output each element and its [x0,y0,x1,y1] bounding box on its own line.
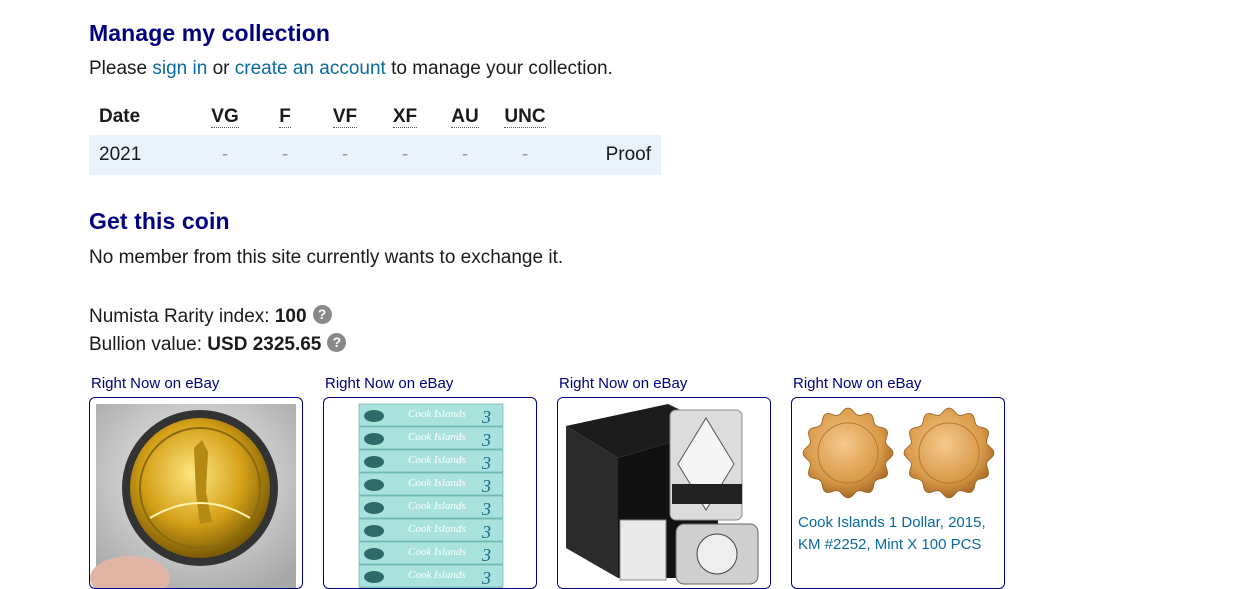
ebay-item-box[interactable]: Cook Islands 3 Cook Islands 3 Cook Islands 3 C… [323,397,537,589]
banknote-value: 3 [481,545,491,565]
banknote-value: 3 [481,407,491,427]
banknote-figure [364,456,384,468]
banknote-text: Cook Islands [408,569,466,581]
cell-xf: - [375,135,435,175]
banknote-figure [364,502,384,514]
banknote-value: 3 [481,476,491,496]
rarity-value: 100 [274,306,307,327]
ebay-item-box[interactable]: Cook Islands 1 Dollar, 2015, KM #2252, M… [791,397,1005,589]
cell-f: - [255,135,315,175]
ebay-label[interactable]: Right Now on eBay [325,375,453,392]
cell-au: - [435,135,495,175]
banknote-figure [364,433,384,445]
col-vg[interactable]: VG [195,98,255,135]
rarity-index: Numista Rarity index: 100? [89,305,332,328]
banknote-text: Cook Islands [408,454,466,466]
row-date: 2021 [89,135,195,175]
col-date: Date [99,105,141,127]
ebay-card[interactable]: Right Now on eBay [89,375,303,589]
ebay-label[interactable]: Right Now on eBay [91,375,219,392]
coin-reverse [903,407,995,499]
banknote-text: Cook Islands [408,477,466,489]
ebay-item-caption[interactable]: Cook Islands 1 Dollar, 2015, KM #2252, M… [798,512,998,556]
banknote-figure [364,571,384,583]
banknote-value: 3 [481,568,491,588]
col-unc[interactable]: UNC [495,98,555,135]
create-account-link[interactable]: create an account [235,58,386,79]
banknote-text: Cook Islands [408,500,466,512]
banknote-text: Cook Islands [408,408,466,420]
ebay-item-box[interactable] [557,397,771,589]
col-xf[interactable]: XF [375,98,435,135]
banknote-text: Cook Islands [408,546,466,558]
banknote-figure [364,479,384,491]
silver-set-image[interactable] [558,398,770,588]
gold-coin-image[interactable] [90,398,302,588]
col-vf[interactable]: VF [315,98,375,135]
cook-islands-coins-image[interactable] [792,398,1004,504]
banknote-sheet-image[interactable]: Cook Islands 3 Cook Islands 3 Cook Islands 3 C… [324,398,536,588]
col-extra [555,98,661,135]
banknote-text: Cook Islands [408,523,466,535]
ebay-item-box[interactable] [89,397,303,589]
ebay-card[interactable]: Right Now on eBay Cook Islands 3 Cook Isla… [323,375,537,589]
col-au[interactable]: AU [435,98,495,135]
banknote-figure [364,525,384,537]
ebay-card[interactable]: Right Now on eBay Cook Islands 1 Dollar,… [791,375,1005,589]
question-circle-icon[interactable]: ? [312,305,332,325]
ebay-card[interactable]: Right Now on eBay [557,375,771,589]
banknote-value: 3 [481,522,491,542]
banknote-figure [364,548,384,560]
col-f[interactable]: F [255,98,315,135]
banknote-value: 3 [481,453,491,473]
ebay-label[interactable]: Right Now on eBay [793,375,921,392]
banknote-figure [364,410,384,422]
banknote-value: 3 [481,499,491,519]
manage-collection-heading: Manage my collection [89,20,331,46]
grades-table: Date VG F VF XF AU UNC 2021 - - - - - - … [89,98,661,175]
banknote-text: Cook Islands [408,431,466,443]
bullion-amount: USD 2325.65 [207,334,322,355]
cell-unc: - [495,135,555,175]
bullion-value: Bullion value: USD 2325.65? [89,333,347,356]
grades-header-row: Date VG F VF XF AU UNC [89,98,661,135]
ebay-label[interactable]: Right Now on eBay [559,375,687,392]
banknote-value: 3 [481,430,491,450]
sign-in-link[interactable]: sign in [152,58,207,79]
cell-vg: - [195,135,255,175]
get-coin-heading: Get this coin [89,208,230,234]
cell-vf: - [315,135,375,175]
get-coin-text: No member from this site currently wants… [89,247,564,268]
question-circle-icon[interactable]: ? [327,333,347,353]
manage-collection-text: Please sign in or create an account to m… [89,58,613,79]
coin-obverse [802,407,894,499]
cell-proof: Proof [555,135,661,175]
table-row: 2021 - - - - - - Proof [89,135,661,175]
